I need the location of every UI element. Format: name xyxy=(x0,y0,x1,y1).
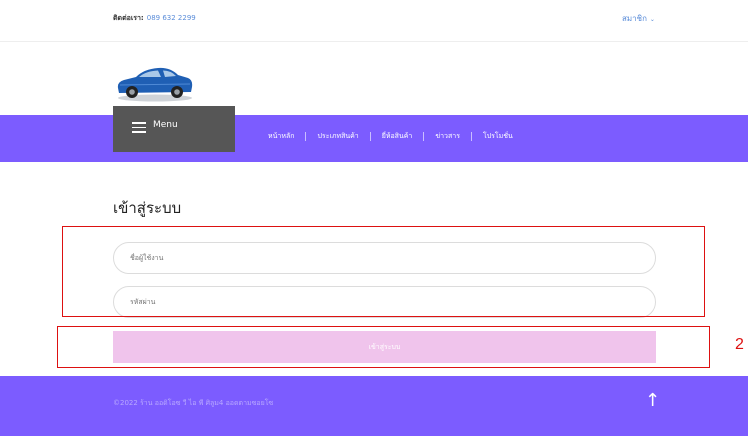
menu-button[interactable]: Menu xyxy=(113,106,235,152)
annotation-number: 2 xyxy=(735,336,744,353)
nav-divider xyxy=(369,131,371,141)
site-logo[interactable] xyxy=(114,58,196,104)
member-menu[interactable]: สมาชิก ⌄ xyxy=(622,12,655,25)
nav-link-brands[interactable]: ยี่ห้อสินค้า xyxy=(382,131,413,142)
contact-info: ติดต่อเรา: 089 632 2299 xyxy=(113,13,196,24)
nav-link-home[interactable]: หน้าหลัก xyxy=(268,131,294,142)
contact-phone[interactable]: 089 632 2299 xyxy=(147,14,196,22)
menu-label: Menu xyxy=(153,120,178,130)
nav-link-news[interactable]: ข่าวสาร xyxy=(435,131,460,142)
nav-divider xyxy=(305,131,307,141)
contact-label: ติดต่อเรา: xyxy=(113,14,144,22)
chevron-down-icon: ⌄ xyxy=(649,16,655,23)
top-bar: ติดต่อเรา: 089 632 2299 สมาชิก ⌄ xyxy=(0,0,748,42)
nav-divider xyxy=(423,131,425,141)
page-title: เข้าสู่ระบบ xyxy=(113,199,182,217)
nav-divider xyxy=(470,131,472,141)
member-label: สมาชิก xyxy=(622,14,647,23)
nav-link-promotions[interactable]: โปรโมชั่น xyxy=(483,131,513,142)
car-icon xyxy=(117,67,193,102)
nav-link-product-types[interactable]: ประเภทสินค้า xyxy=(317,131,358,142)
hamburger-icon xyxy=(132,122,146,133)
nav-links: หน้าหลัก ประเภทสินค้า ยี่ห้อสินค้า ข่าวส… xyxy=(268,129,513,143)
arrow-up-icon[interactable]: ↑ xyxy=(645,390,660,411)
annotation-box-button xyxy=(57,326,710,368)
footer: ©2022 ร้าน ออดิโอซ วี ไอ พี ศิลูม4 ออดตา… xyxy=(0,376,748,436)
annotation-box-fields xyxy=(62,226,705,317)
copyright-text: ©2022 ร้าน ออดิโอซ วี ไอ พี ศิลูม4 ออดตา… xyxy=(113,399,274,407)
